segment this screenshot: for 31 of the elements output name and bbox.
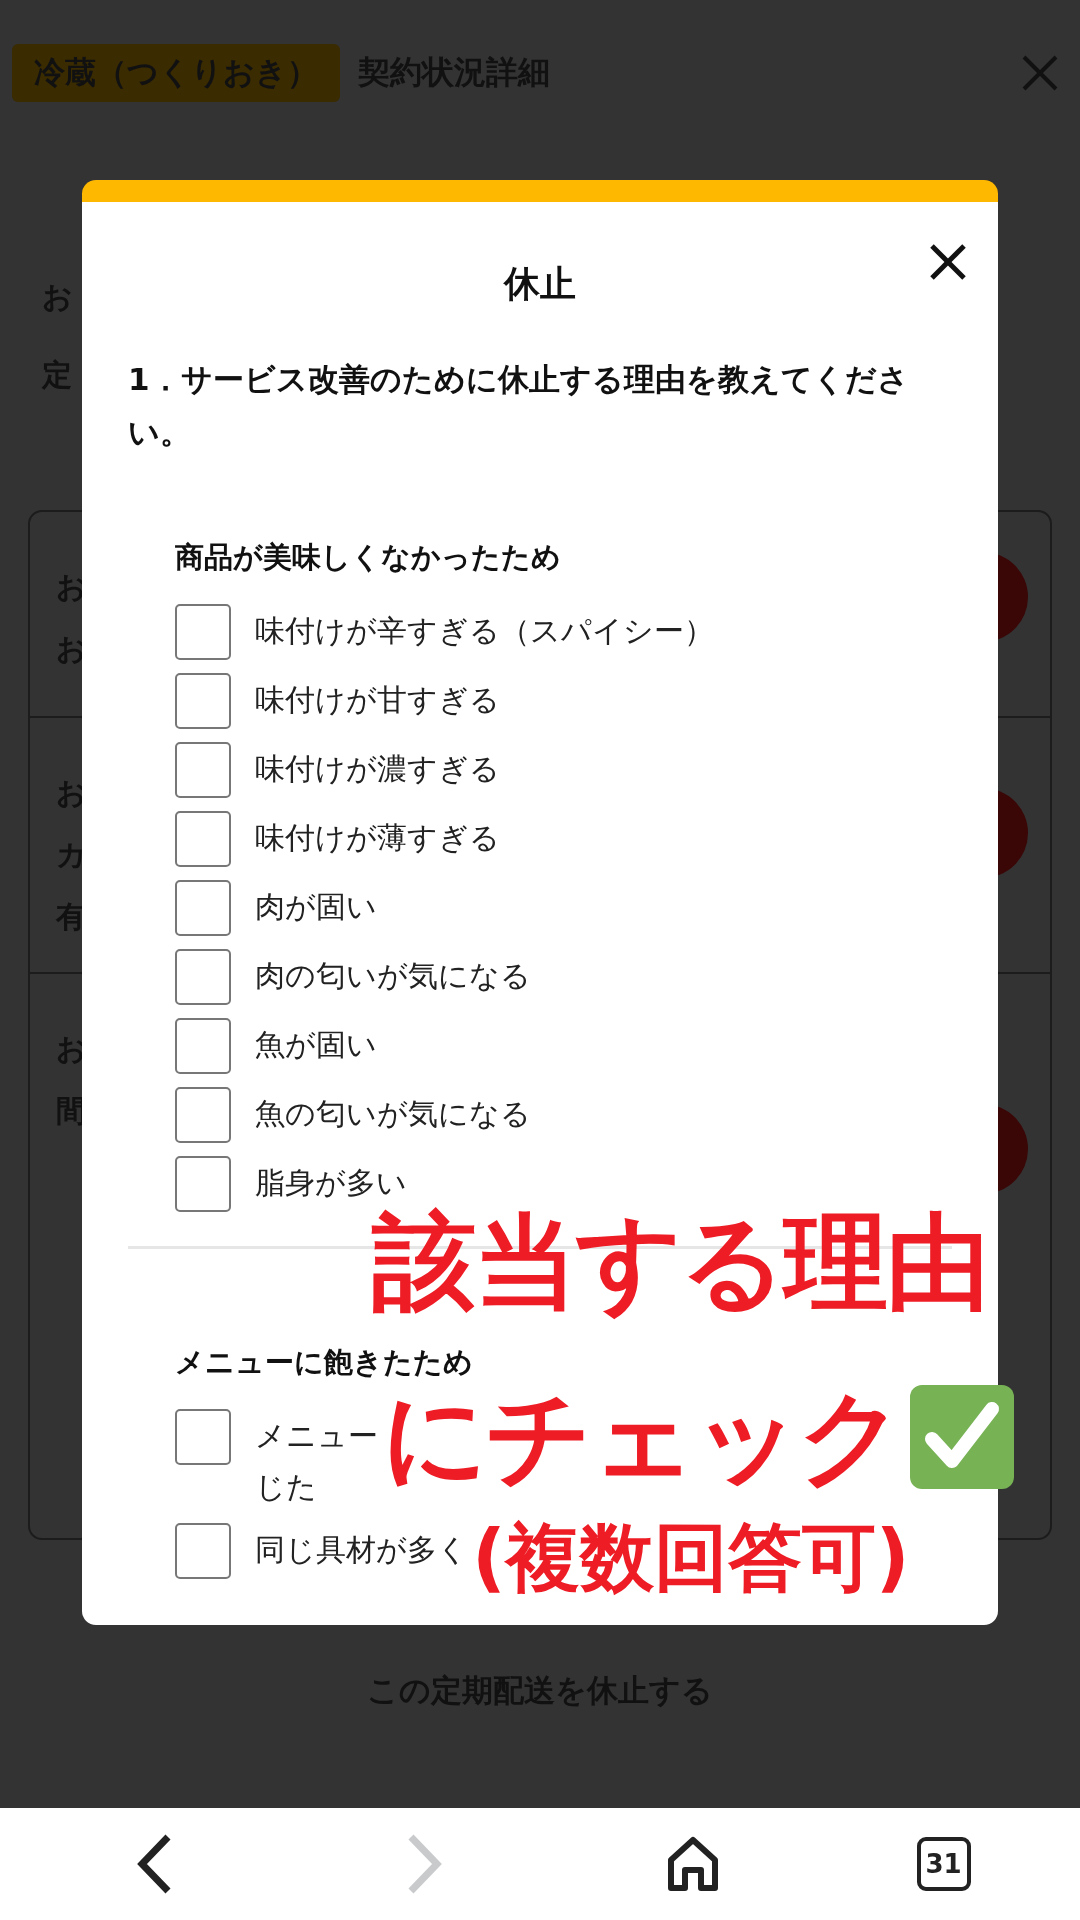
option-label: 味付けが薄すぎる — [255, 819, 500, 858]
option-label: 味付けが濃すぎる — [255, 750, 500, 789]
checkbox[interactable] — [175, 1409, 231, 1466]
checkbox[interactable] — [175, 1523, 231, 1580]
option-label: 同じ具材が多く — [255, 1531, 468, 1570]
option-label: 味付けが辛すぎる（スパイシー） — [255, 612, 714, 651]
checkbox[interactable] — [175, 811, 231, 868]
option-label: 魚が固い — [255, 1026, 377, 1065]
dialog-title: 休止 — [504, 262, 576, 306]
checkbox[interactable] — [175, 742, 231, 799]
annotation-text: にチェック — [382, 1384, 902, 1489]
checkbox[interactable] — [175, 1018, 231, 1075]
tabs-button[interactable]: 31 — [916, 1837, 971, 1891]
option-label: メニュー — [255, 1417, 378, 1456]
option-label: じた — [255, 1467, 317, 1506]
annotation-text: 該当する理由 — [372, 1200, 988, 1325]
checkbox[interactable] — [175, 949, 231, 1006]
checkbox[interactable] — [175, 1156, 231, 1213]
question-text: 1．サービス改善のために休止する理由を教えてください。 — [128, 360, 910, 452]
checkbox[interactable] — [175, 673, 231, 730]
section-heading: 商品が美味しくなかったため — [175, 539, 562, 577]
annotation-note: (複数回答可) — [472, 1512, 910, 1602]
option-label: 肉が固い — [255, 888, 377, 927]
option-label: 魚の匂いが気になる — [255, 1095, 531, 1134]
checkbox[interactable] — [175, 1087, 231, 1144]
checkbox[interactable] — [175, 604, 231, 661]
option-label: 味付けが甘すぎる — [255, 681, 500, 720]
checkbox[interactable] — [175, 880, 231, 937]
section-heading: メニューに飽きたため — [175, 1344, 474, 1382]
option-label: 脂身が多い — [255, 1164, 407, 1203]
option-label: 肉の匂いが気になる — [255, 957, 531, 996]
